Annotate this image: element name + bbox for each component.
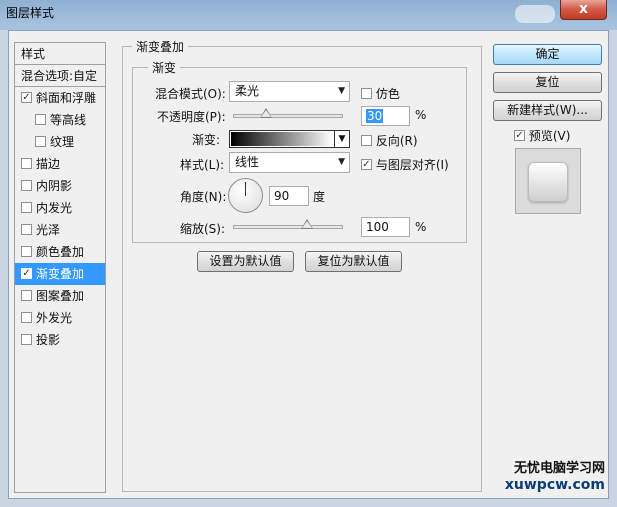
layer-style-dialog: 图层样式 x 样式 混合选项:自定 ✓ 斜面和浮雕等高线纹理描边内阴影内发光光泽颜… xyxy=(0,0,617,507)
title-bar[interactable]: 图层样式 x xyxy=(0,0,617,30)
style-list-item-label: 投影 xyxy=(36,333,61,347)
angle-label: 角度(N): xyxy=(180,190,227,204)
style-list-item-label: 描边 xyxy=(36,157,61,171)
style-list-item-label: 颜色叠加 xyxy=(36,245,85,259)
style-list: 样式 混合选项:自定 ✓ 斜面和浮雕等高线纹理描边内阴影内发光光泽颜色叠加 ✓ 渐变叠… xyxy=(14,42,106,493)
chevron-down-icon: ▼ xyxy=(338,86,345,96)
reset-button[interactable]: 复位 xyxy=(493,72,602,93)
style-checkbox[interactable] xyxy=(35,114,46,125)
scale-input[interactable]: 100 xyxy=(361,217,410,237)
close-button[interactable]: x xyxy=(560,0,607,20)
style-checkbox[interactable] xyxy=(21,246,32,257)
new-style-button[interactable]: 新建样式(W)... xyxy=(493,100,602,121)
reverse-label: 反向(R) xyxy=(375,134,418,148)
watermark-url: xuwpcw.com xyxy=(504,477,605,493)
blend-mode-value: 柔光 xyxy=(235,84,260,98)
style-checkbox[interactable] xyxy=(21,224,32,235)
style-checkbox[interactable]: ✓ xyxy=(21,268,32,279)
style-list-item[interactable]: 等高线 xyxy=(15,109,105,131)
reverse-checkbox[interactable] xyxy=(361,135,372,146)
close-icon: x xyxy=(578,1,589,17)
angle-dial[interactable] xyxy=(228,178,263,213)
watermark: 无忧电脑学习网 xuwpcw.com xyxy=(505,461,605,493)
opacity-track xyxy=(233,114,343,118)
scale-track xyxy=(233,225,343,229)
blend-mode-label: 混合模式(O): xyxy=(155,87,226,101)
opacity-thumb[interactable] xyxy=(260,108,272,118)
style-value: 线性 xyxy=(235,155,260,169)
angle-unit: 度 xyxy=(313,190,326,204)
style-list-item-label: 内发光 xyxy=(36,201,73,215)
chevron-down-icon: ▼ xyxy=(338,157,345,167)
blend-options-item[interactable]: 混合选项:自定 xyxy=(15,65,105,87)
style-list-item[interactable]: ✓ 渐变叠加 xyxy=(15,263,105,285)
style-list-item[interactable]: 内阴影 xyxy=(15,175,105,197)
opacity-unit: % xyxy=(415,108,427,122)
preview-option[interactable]: ✓ 预览(V) xyxy=(514,127,570,144)
align-option[interactable]: ✓ 与图层对齐(I) xyxy=(361,156,449,173)
preview-swatch xyxy=(528,162,568,202)
style-list-item[interactable]: 图案叠加 xyxy=(15,285,105,307)
style-list-item-label: 等高线 xyxy=(50,113,87,127)
reset-default-button[interactable]: 复位为默认值 xyxy=(305,251,402,272)
preview-checkbox[interactable]: ✓ xyxy=(514,130,525,141)
group-title: 渐变叠加 xyxy=(132,38,189,55)
style-checkbox[interactable] xyxy=(21,202,32,213)
opacity-input[interactable]: 30 xyxy=(361,106,410,126)
align-checkbox[interactable]: ✓ xyxy=(361,159,372,170)
style-list-item-label: 纹理 xyxy=(50,135,75,149)
style-checkbox[interactable] xyxy=(21,290,32,301)
opacity-value: 30 xyxy=(366,109,384,123)
style-select[interactable]: 线性 ▼ xyxy=(229,152,350,173)
style-checkbox[interactable] xyxy=(21,180,32,191)
style-list-item-label: 外发光 xyxy=(36,311,73,325)
gradient-picker[interactable]: ▼ xyxy=(229,130,350,148)
style-list-item[interactable]: 描边 xyxy=(15,153,105,175)
dither-option[interactable]: 仿色 xyxy=(361,85,400,102)
align-label: 与图层对齐(I) xyxy=(375,158,449,172)
style-list-item-label: 内阴影 xyxy=(36,179,73,193)
style-list-item-label: 渐变叠加 xyxy=(36,267,85,281)
angle-needle xyxy=(245,182,246,196)
style-list-header[interactable]: 样式 xyxy=(15,43,105,65)
title-glow xyxy=(515,5,555,23)
opacity-slider[interactable] xyxy=(233,108,343,121)
style-list-item[interactable]: 内发光 xyxy=(15,197,105,219)
style-checkbox[interactable] xyxy=(21,334,32,345)
style-list-item-label: 斜面和浮雕 xyxy=(36,91,97,105)
reverse-option[interactable]: 反向(R) xyxy=(361,132,418,149)
dither-checkbox[interactable] xyxy=(361,88,372,99)
gradient-swatch[interactable] xyxy=(231,132,333,146)
dither-label: 仿色 xyxy=(375,87,400,101)
set-default-button[interactable]: 设置为默认值 xyxy=(197,251,294,272)
angle-input[interactable]: 90 xyxy=(269,186,309,206)
style-list-item[interactable]: 颜色叠加 xyxy=(15,241,105,263)
window-title: 图层样式 xyxy=(6,6,55,20)
style-checkbox[interactable] xyxy=(21,312,32,323)
style-list-item[interactable]: 纹理 xyxy=(15,131,105,153)
style-list-item-label: 图案叠加 xyxy=(36,289,85,303)
watermark-title: 无忧电脑学习网 xyxy=(513,461,605,476)
style-list-item[interactable]: 投影 xyxy=(15,329,105,351)
style-checkbox[interactable] xyxy=(35,136,46,147)
preview-label: 预览(V) xyxy=(528,129,571,143)
style-label: 样式(L): xyxy=(180,158,225,172)
preview-thumbnail xyxy=(515,148,581,214)
chevron-down-icon[interactable]: ▼ xyxy=(334,131,349,147)
style-checkbox[interactable]: ✓ xyxy=(21,92,32,103)
scale-label: 缩放(S): xyxy=(180,222,226,236)
style-list-item-label: 光泽 xyxy=(36,223,61,237)
subgroup-title: 渐变 xyxy=(148,59,181,76)
scale-unit: % xyxy=(415,220,427,234)
ok-button[interactable]: 确定 xyxy=(493,44,602,65)
blend-mode-select[interactable]: 柔光 ▼ xyxy=(229,81,350,102)
style-list-item[interactable]: ✓ 斜面和浮雕 xyxy=(15,87,105,109)
style-list-item[interactable]: 外发光 xyxy=(15,307,105,329)
style-checkbox[interactable] xyxy=(21,158,32,169)
scale-slider[interactable] xyxy=(233,219,343,232)
scale-thumb[interactable] xyxy=(301,219,313,229)
opacity-label: 不透明度(P): xyxy=(157,110,226,124)
style-list-item[interactable]: 光泽 xyxy=(15,219,105,241)
gradient-label: 渐变: xyxy=(192,133,221,147)
